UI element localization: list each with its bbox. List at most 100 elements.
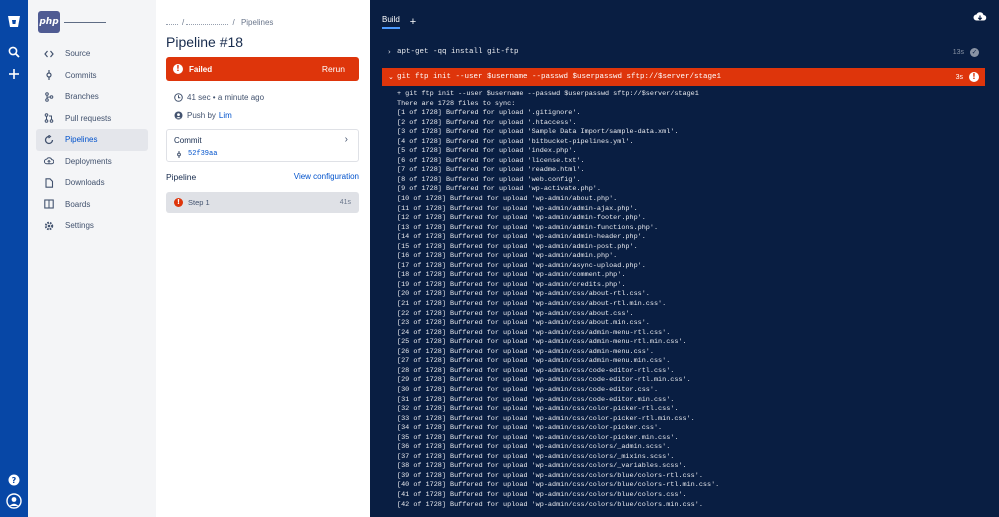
log-command-row-failed[interactable]: ⌄ git ftp init --user $username --passwd… <box>382 68 985 86</box>
log-line: [38 of 1728] Buffered for upload 'wp-adm… <box>397 462 687 471</box>
log-line: [37 of 1728] Buffered for upload 'wp-adm… <box>397 452 675 461</box>
log-line: [18 of 1728] Buffered for upload 'wp-adm… <box>397 271 626 280</box>
log-line: [5 of 1728] Buffered for upload 'index.p… <box>397 147 577 156</box>
sidebar-item-deployments[interactable]: Deployments <box>36 151 148 173</box>
project-logo[interactable]: php <box>38 11 60 33</box>
sidebar-item-label: Boards <box>65 199 91 209</box>
pipelines-icon <box>44 134 54 145</box>
sidebar-item-branches[interactable]: Branches <box>36 86 148 108</box>
sidebar-item-downloads[interactable]: Downloads <box>36 172 148 194</box>
download-log-icon[interactable] <box>973 11 987 23</box>
search-icon[interactable] <box>4 42 24 62</box>
project-sidebar: php Source Commits Branches Pull request… <box>28 0 156 517</box>
sidebar-item-settings[interactable]: Settings <box>36 215 148 237</box>
source-icon <box>44 49 54 59</box>
breadcrumb-owner[interactable] <box>166 20 178 25</box>
help-icon[interactable]: ? <box>4 470 24 490</box>
commit-hash-link[interactable]: 52f39aa <box>188 150 217 158</box>
log-line: [31 of 1728] Buffered for upload 'wp-adm… <box>397 395 675 404</box>
log-line: [3 of 1728] Buffered for upload 'Sample … <box>397 128 679 137</box>
sidebar-item-source[interactable]: Source <box>36 43 148 65</box>
success-check-icon: ✓ <box>970 47 979 57</box>
sidebar-item-label: Settings <box>65 221 94 231</box>
log-line: [41 of 1728] Buffered for upload 'wp-adm… <box>397 490 687 499</box>
log-line: [27 of 1728] Buffered for upload 'wp-adm… <box>397 357 671 366</box>
sidebar-item-boards[interactable]: Boards <box>36 194 148 216</box>
step-duration: 41s <box>339 199 351 206</box>
downloads-icon <box>44 178 54 188</box>
pipeline-label: Pipeline <box>166 172 197 182</box>
status-badge: Failed <box>189 64 213 74</box>
pipeline-steps-header: Pipeline View configuration <box>166 172 359 182</box>
log-line: [12 of 1728] Buffered for upload 'wp-adm… <box>397 214 646 223</box>
log-line: [6 of 1728] Buffered for upload 'license… <box>397 156 585 165</box>
log-output: + git ftp init --user $username --passwd… <box>397 90 719 510</box>
log-line: [11 of 1728] Buffered for upload 'wp-adm… <box>397 204 638 213</box>
breadcrumb-separator: / <box>182 18 185 27</box>
commits-icon <box>44 70 54 81</box>
log-line: [14 of 1728] Buffered for upload 'wp-adm… <box>397 233 646 242</box>
log-line: [33 of 1728] Buffered for upload 'wp-adm… <box>397 414 695 423</box>
log-line: [39 of 1728] Buffered for upload 'wp-adm… <box>397 471 703 480</box>
sidebar-item-label: Branches <box>65 92 99 102</box>
svg-text:?: ? <box>12 476 17 485</box>
error-icon: ! <box>173 64 183 74</box>
step-row[interactable]: ! Step 1 41s <box>166 192 359 213</box>
push-by-text: Push by <box>187 110 216 120</box>
log-line: [17 of 1728] Buffered for upload 'wp-adm… <box>397 261 646 270</box>
error-icon: ! <box>969 72 979 82</box>
view-configuration-link[interactable]: View configuration <box>294 172 359 182</box>
log-line: [24 of 1728] Buffered for upload 'wp-adm… <box>397 328 671 337</box>
log-line: + git ftp init --user $username --passwd… <box>397 90 699 98</box>
duration-text: 41 sec • a minute ago <box>187 92 265 102</box>
sidebar-item-label: Downloads <box>65 178 105 188</box>
tab-build[interactable]: Build <box>382 15 400 29</box>
avatar-icon[interactable] <box>4 491 24 511</box>
log-line: [34 of 1728] Buffered for upload 'wp-adm… <box>397 424 663 433</box>
project-name[interactable] <box>64 13 106 23</box>
log-command-row[interactable]: › apt-get -qq install git-ftp 13s ✓ <box>382 43 985 61</box>
breadcrumb-repo[interactable] <box>186 20 229 25</box>
log-line: [26 of 1728] Buffered for upload 'wp-adm… <box>397 347 654 356</box>
log-line: [30 of 1728] Buffered for upload 'wp-adm… <box>397 385 659 394</box>
bitbucket-logo-icon[interactable] <box>4 11 24 31</box>
create-plus-icon[interactable] <box>4 64 24 84</box>
log-line: [28 of 1728] Buffered for upload 'wp-adm… <box>397 366 675 375</box>
log-line: [15 of 1728] Buffered for upload 'wp-adm… <box>397 242 638 251</box>
log-line: [8 of 1728] Buffered for upload 'web.con… <box>397 175 581 184</box>
log-line: [19 of 1728] Buffered for upload 'wp-adm… <box>397 280 626 289</box>
log-line: [29 of 1728] Buffered for upload 'wp-adm… <box>397 376 691 385</box>
pipeline-status-bar: ! Failed Rerun <box>166 57 359 81</box>
command-text: apt-get -qq install git-ftp <box>397 48 519 56</box>
chevron-right-icon: › <box>388 48 391 56</box>
commit-icon <box>176 151 182 158</box>
rerun-button[interactable]: Rerun <box>322 64 345 74</box>
commit-card[interactable]: Commit › 52f39aa <box>166 129 359 162</box>
sidebar-item-pull-requests[interactable]: Pull requests <box>36 108 148 130</box>
chevron-right-icon[interactable]: › <box>345 134 348 145</box>
log-line: [13 of 1728] Buffered for upload 'wp-adm… <box>397 223 659 232</box>
log-line: [9 of 1728] Buffered for upload 'wp-acti… <box>397 185 601 194</box>
sidebar-item-pipelines[interactable]: Pipelines <box>36 129 148 151</box>
deployments-icon <box>44 156 54 166</box>
step-name: Step 1 <box>188 198 210 207</box>
log-line: There are 1728 files to sync: <box>397 99 516 108</box>
log-line: [32 of 1728] Buffered for upload 'wp-adm… <box>397 405 679 414</box>
sidebar-item-commits[interactable]: Commits <box>36 65 148 87</box>
pull-requests-icon <box>44 113 54 124</box>
breadcrumb-separator: / <box>232 18 235 27</box>
log-line: [7 of 1728] Buffered for upload 'readme.… <box>397 166 585 175</box>
branches-icon <box>44 91 54 102</box>
log-line: [35 of 1728] Buffered for upload 'wp-adm… <box>397 433 679 442</box>
chevron-down-icon: ⌄ <box>388 73 394 81</box>
push-user-link[interactable]: Lim <box>219 111 232 120</box>
commit-label: Commit <box>174 136 202 145</box>
log-line: [1 of 1728] Buffered for upload '.gitign… <box>397 109 581 118</box>
log-line: [22 of 1728] Buffered for upload 'wp-adm… <box>397 309 634 318</box>
add-tab-button[interactable]: + <box>410 17 416 28</box>
sidebar-item-label: Pipelines <box>65 135 98 145</box>
log-line: [21 of 1728] Buffered for upload 'wp-adm… <box>397 300 667 309</box>
breadcrumb-pipelines[interactable]: Pipelines <box>241 18 273 27</box>
log-line: [4 of 1728] Buffered for upload 'bitbuck… <box>397 137 634 146</box>
command-text: git ftp init --user $username --passwd $… <box>397 73 722 81</box>
